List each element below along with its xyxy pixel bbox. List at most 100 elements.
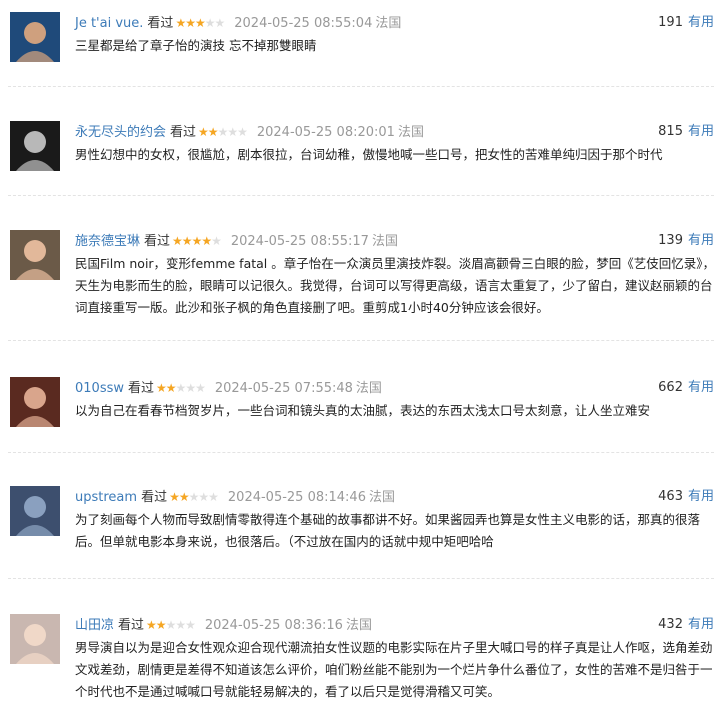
user-avatar-icon	[10, 614, 60, 664]
user-avatar[interactable]	[10, 230, 60, 280]
author-link[interactable]: 山田凉	[75, 618, 114, 633]
review-content: 民国Film noir，变形femme fatal 。章子怡在一众演员里演技炸裂…	[75, 256, 715, 315]
watch-status: 看过	[118, 618, 145, 633]
review-location: 法国	[345, 618, 372, 633]
review-location: 法国	[375, 16, 402, 31]
author-link[interactable]: upstream	[75, 490, 137, 505]
rating-stars: ★★★★★	[146, 615, 196, 635]
star-empty-icon: ★	[185, 381, 196, 395]
watch-status: 看过	[141, 490, 168, 505]
star-filled-icon: ★	[207, 125, 219, 139]
star-filled-icon: ★	[169, 490, 180, 504]
star-empty-icon: ★	[237, 125, 248, 139]
vote-count: 463	[658, 489, 683, 504]
review-header: 010ssw 看过 ★★★★★ 2024-05-25 07:55:48 法国	[75, 378, 714, 398]
user-avatar[interactable]	[10, 614, 60, 664]
useful-button[interactable]: 有用	[688, 617, 714, 632]
vote-count: 191	[658, 15, 683, 30]
vote-area: 463 有用	[658, 487, 714, 507]
author-link[interactable]: Je t'ai vue.	[75, 16, 143, 31]
star-filled-icon: ★	[181, 234, 193, 248]
vote-area: 662 有用	[658, 378, 714, 398]
star-empty-icon: ★	[204, 16, 216, 30]
star-empty-icon: ★	[214, 16, 226, 30]
star-filled-icon: ★	[201, 234, 212, 248]
review-location: 法国	[368, 490, 395, 505]
review-content: 男性幻想中的女权，很尴尬，剧本很拉，台词幼稚，傲慢地喊一些口号，把女性的苦难单纯…	[75, 147, 663, 162]
star-filled-icon: ★	[194, 16, 206, 30]
review-divider	[8, 578, 714, 579]
review-content: 三星都是给了章子怡的演技 忘不掉那雙眼睛	[75, 38, 317, 53]
star-empty-icon: ★	[195, 381, 206, 395]
star-filled-icon: ★	[178, 490, 190, 504]
rating-stars: ★★★★★	[169, 487, 219, 507]
author-link[interactable]: 永无尽头的约会	[75, 125, 166, 140]
star-filled-icon: ★	[156, 381, 167, 395]
useful-button[interactable]: 有用	[688, 233, 714, 248]
star-empty-icon: ★	[175, 618, 186, 632]
review-content: 男导演自以为是迎合女性观众迎合现代潮流拍女性议题的电影实际在片子里大喊口号的样子…	[75, 640, 713, 699]
user-avatar[interactable]	[10, 377, 60, 427]
star-empty-icon: ★	[227, 125, 238, 139]
vote-area: 815 有用	[658, 122, 714, 142]
useful-button[interactable]: 有用	[688, 15, 714, 30]
rating-stars: ★★★★★	[172, 231, 222, 251]
watch-status: 看过	[170, 125, 197, 140]
star-empty-icon: ★	[198, 490, 209, 504]
star-filled-icon: ★	[175, 16, 186, 30]
star-filled-icon: ★	[146, 618, 157, 632]
user-avatar[interactable]	[10, 121, 60, 171]
author-link[interactable]: 施奈德宝琳	[75, 234, 140, 249]
author-link[interactable]: 010ssw	[75, 381, 124, 396]
rating-stars: ★★★★★	[198, 122, 248, 142]
vote-count: 432	[658, 617, 683, 632]
review-location: 法国	[371, 234, 398, 249]
review-divider	[8, 340, 714, 341]
vote-area: 432 有用	[658, 615, 714, 635]
star-empty-icon: ★	[217, 125, 229, 139]
review-location: 法国	[397, 125, 424, 140]
star-filled-icon: ★	[172, 234, 183, 248]
star-filled-icon: ★	[198, 125, 209, 139]
star-filled-icon: ★	[155, 618, 167, 632]
review-time: 2024-05-25 08:55:04	[234, 16, 373, 31]
vote-count: 139	[658, 233, 683, 248]
user-avatar-icon	[10, 121, 60, 171]
watch-status: 看过	[144, 234, 171, 249]
review-header: 山田凉 看过 ★★★★★ 2024-05-25 08:36:16 法国	[75, 615, 714, 635]
review-header: 永无尽头的约会 看过 ★★★★★ 2024-05-25 08:20:01 法国	[75, 122, 714, 142]
review-time: 2024-05-25 08:20:01	[256, 125, 395, 140]
review-header: upstream 看过 ★★★★★ 2024-05-25 08:14:46 法国	[75, 487, 714, 507]
star-empty-icon: ★	[188, 490, 200, 504]
rating-stars: ★★★★★	[156, 378, 206, 398]
watch-status: 看过	[147, 16, 174, 31]
star-filled-icon: ★	[191, 234, 203, 248]
review-divider	[8, 195, 714, 196]
user-avatar-icon	[10, 12, 60, 62]
star-filled-icon: ★	[185, 16, 196, 30]
useful-button[interactable]: 有用	[688, 124, 714, 139]
review-time: 2024-05-25 08:36:16	[204, 618, 343, 633]
useful-button[interactable]: 有用	[688, 380, 714, 395]
review-content: 以为自己在看春节档贺岁片，一些台词和镜头真的太油腻，表达的东西太浅太口号太刻意，…	[75, 403, 651, 418]
user-avatar[interactable]	[10, 12, 60, 62]
review-time: 2024-05-25 08:14:46	[227, 490, 366, 505]
watch-status: 看过	[128, 381, 155, 396]
review-divider	[8, 452, 714, 453]
vote-count: 662	[658, 380, 683, 395]
user-avatar-icon	[10, 230, 60, 280]
star-empty-icon: ★	[211, 234, 222, 248]
rating-stars: ★★★★★	[175, 13, 226, 33]
review-header: Je t'ai vue. 看过 ★★★★★ 2024-05-25 08:55:04 法国	[75, 13, 714, 33]
star-empty-icon: ★	[185, 618, 196, 632]
vote-count: 815	[658, 124, 683, 139]
star-empty-icon: ★	[165, 618, 177, 632]
review-location: 法国	[355, 381, 382, 396]
star-empty-icon: ★	[175, 381, 187, 395]
star-empty-icon: ★	[208, 490, 219, 504]
review-time: 2024-05-25 07:55:48	[214, 381, 353, 396]
user-avatar[interactable]	[10, 486, 60, 536]
review-content: 为了刻画每个人物而导致剧情零散得连个基础的故事都讲不好。如果酱园弄也算是女性主义…	[75, 512, 701, 549]
review-time: 2024-05-25 08:55:17	[230, 234, 369, 249]
useful-button[interactable]: 有用	[688, 489, 714, 504]
